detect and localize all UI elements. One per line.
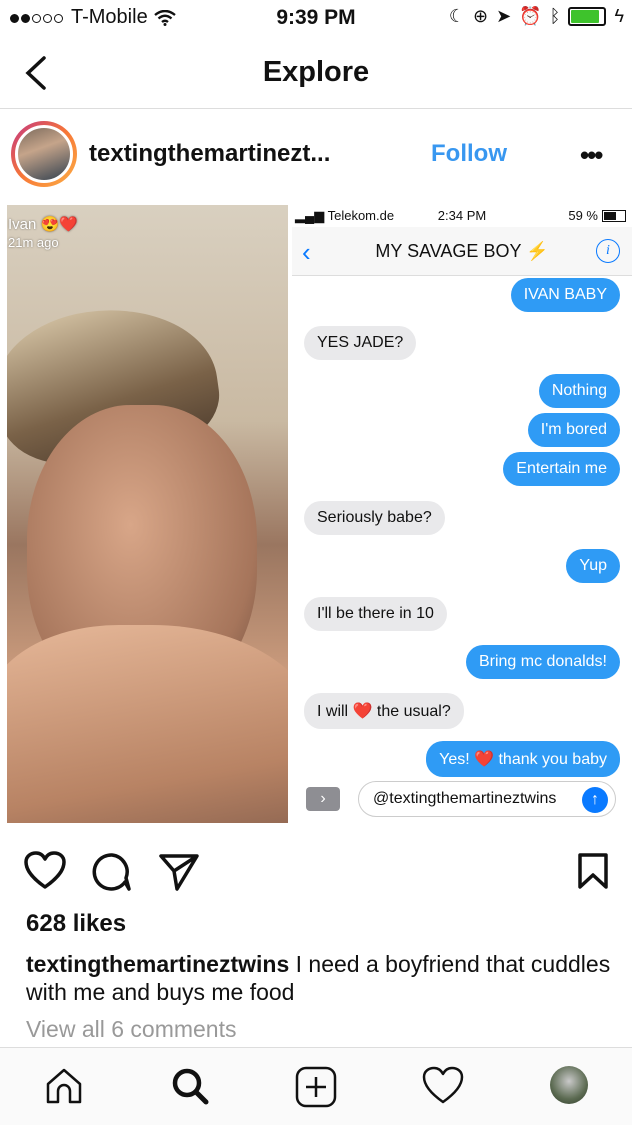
status-bar: T-Mobile 9:39 PM ☾ ⊕ ➤ ⏰ ᛒ ϟ xyxy=(0,0,632,36)
alarm-icon: ⏰ xyxy=(519,6,542,26)
more-options-icon[interactable]: ••• xyxy=(580,140,603,171)
search-icon[interactable] xyxy=(170,1066,210,1106)
status-icons: ☾ ⊕ ➤ ⏰ ᛒ ϟ xyxy=(449,6,624,27)
sent-message: IVAN BABY xyxy=(510,278,620,312)
snapchat-photo xyxy=(7,205,288,823)
likes-count[interactable]: 628 likes xyxy=(26,910,126,938)
heart-icon[interactable] xyxy=(422,1066,464,1106)
rotation-lock-icon: ⊕ xyxy=(473,6,489,26)
conversation-title: MY SAVAGE BOY xyxy=(375,241,522,261)
comment-icon[interactable] xyxy=(92,852,132,892)
received-message: YES JADE? xyxy=(304,326,417,360)
sent-message: I'm bored xyxy=(527,413,620,447)
received-message: I'll be there in 10 xyxy=(304,597,447,631)
charging-icon: ϟ xyxy=(614,6,624,26)
sent-message: Bring mc donalds! xyxy=(465,645,620,679)
caption-username[interactable]: textingthemartineztwins xyxy=(26,951,289,977)
embedded-battery-text: 59 % xyxy=(568,208,598,223)
sent-message: Yup xyxy=(566,549,620,583)
post-username[interactable]: textingthemartinezt... xyxy=(89,140,330,168)
info-icon: i xyxy=(596,239,620,263)
embedded-status-bar: ▂▄▆ Telekom.de 2:34 PM 59 % xyxy=(292,205,632,225)
send-arrow-icon: ↑ xyxy=(582,787,608,813)
bottom-tab-bar xyxy=(0,1047,632,1125)
share-send-icon[interactable] xyxy=(158,852,200,892)
snap-sender-name: Ivan 😍❤️ xyxy=(8,216,78,233)
moon-icon: ☾ xyxy=(448,6,466,26)
profile-avatar[interactable] xyxy=(550,1066,588,1104)
embedded-battery-icon xyxy=(602,209,626,222)
messages-screenshot: ▂▄▆ Telekom.de 2:34 PM 59 % ‹ MY SAVAGE … xyxy=(292,205,632,823)
follow-button[interactable]: Follow xyxy=(431,140,507,168)
lightning-icon: ⚡ xyxy=(526,241,549,261)
battery-icon xyxy=(568,7,607,26)
snap-timestamp: 21m ago xyxy=(8,235,59,250)
expand-apps-icon: › xyxy=(306,787,340,811)
sent-message: Yes! ❤️ thank you baby xyxy=(426,741,620,777)
page-title: Explore xyxy=(262,56,370,88)
bluetooth-icon: ᛒ xyxy=(549,6,561,26)
post-avatar[interactable] xyxy=(11,121,77,187)
bookmark-icon[interactable] xyxy=(577,852,609,890)
location-arrow-icon: ➤ xyxy=(496,6,512,26)
message-input-field: @textingthemartineztwins xyxy=(358,781,616,817)
sent-message: Nothing xyxy=(538,374,620,408)
like-heart-icon[interactable] xyxy=(24,851,66,891)
add-icon[interactable] xyxy=(295,1066,337,1108)
home-icon[interactable] xyxy=(44,1066,84,1106)
received-message: I will ❤️ the usual? xyxy=(304,693,464,729)
received-message: Seriously babe? xyxy=(304,501,445,535)
message-input-bar: › @textingthemartineztwins ↑ xyxy=(292,779,632,823)
view-comments-link[interactable]: View all 6 comments xyxy=(26,1016,237,1043)
conversation-header: ‹ MY SAVAGE BOY ⚡ i xyxy=(292,227,632,276)
post-caption: textingthemartineztwins I need a boyfrie… xyxy=(26,950,616,1006)
nav-bar: Explore xyxy=(0,38,632,109)
sent-message: Entertain me xyxy=(503,452,620,486)
